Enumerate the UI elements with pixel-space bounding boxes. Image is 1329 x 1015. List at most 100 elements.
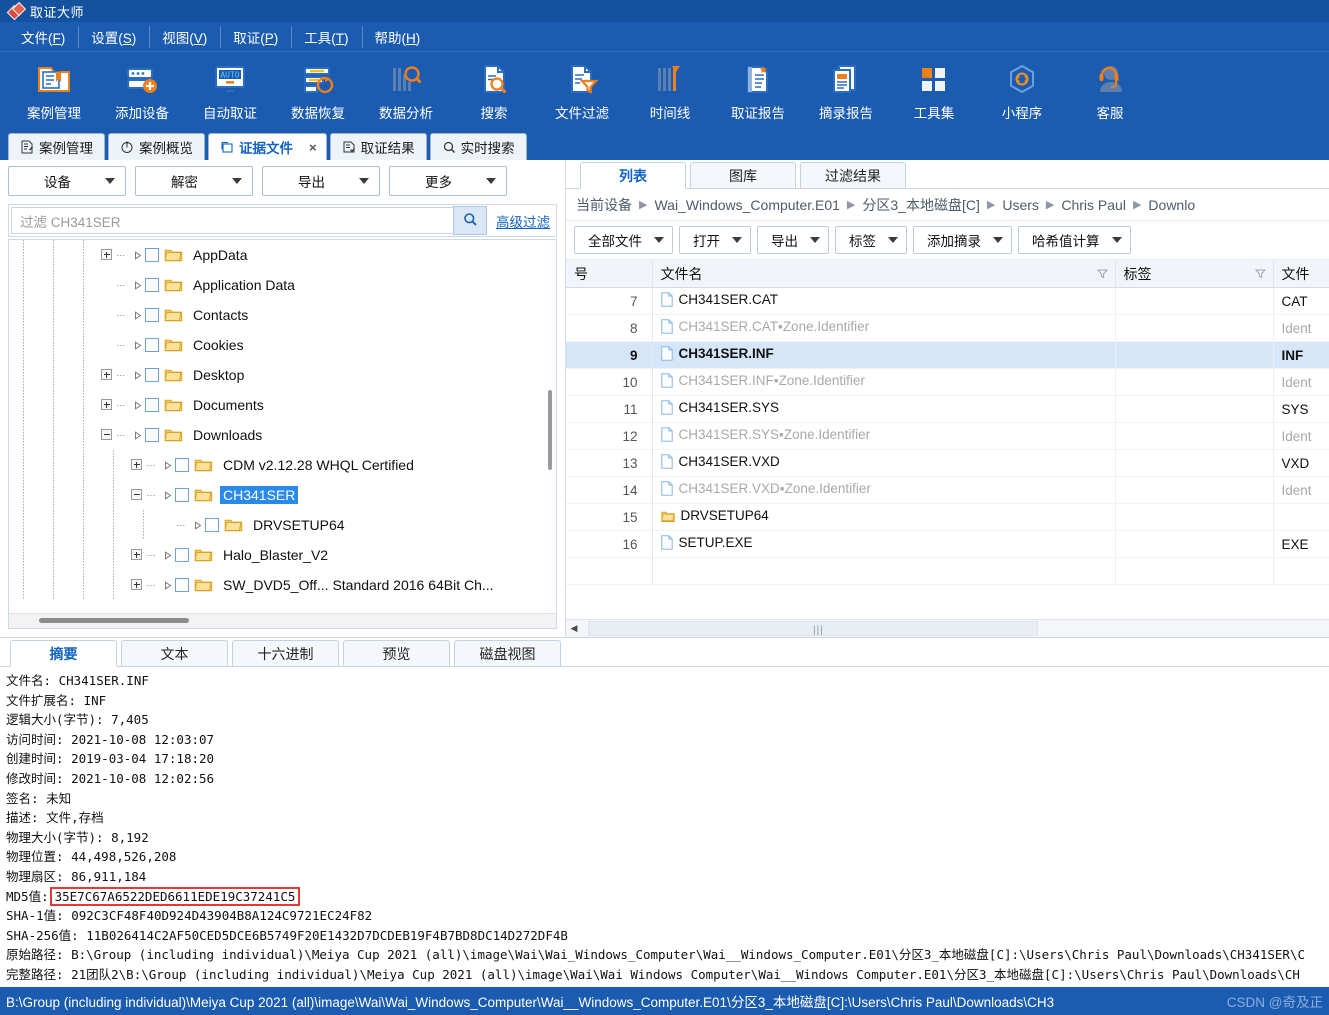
tab-close-icon[interactable]: × — [306, 140, 320, 155]
table-horizontal-scrollbar[interactable]: ◀ ||| — [566, 619, 1329, 637]
tree-arrow-icon[interactable] — [131, 340, 145, 350]
tree-arrow-icon[interactable] — [161, 490, 175, 500]
tree-arrow-icon[interactable] — [131, 430, 145, 440]
tree-checkbox[interactable] — [145, 338, 159, 352]
tree-checkbox[interactable] — [175, 458, 189, 472]
tag-dropdown-button[interactable]: 标签 — [835, 226, 907, 254]
toolbar-case-management[interactable]: 案例管理 — [10, 52, 98, 122]
tree-checkbox[interactable] — [145, 248, 159, 262]
column-header-tag[interactable]: 标签 — [1115, 260, 1274, 288]
tree-node[interactable]: Halo_Blaster_V2 — [9, 540, 556, 570]
table-row[interactable]: 12 CH341SER.SYS▪Zone.Identifier Ident — [566, 422, 1329, 450]
tree-checkbox[interactable] — [145, 308, 159, 322]
tab-filter-result[interactable]: 过滤结果 — [800, 162, 906, 188]
table-row[interactable]: 8 CH341SER.CAT▪Zone.Identifier Ident — [566, 314, 1329, 342]
toolbar-add-device[interactable]: 添加设备 — [98, 52, 186, 122]
tree-node[interactable]: AppData — [9, 240, 556, 270]
tab-gallery[interactable]: 图库 — [690, 162, 796, 188]
table-row[interactable]: 13 CH341SER.VXD VXD — [566, 449, 1329, 477]
tab-preview[interactable]: 预览 — [343, 640, 450, 666]
open-dropdown-button[interactable]: 打开 — [679, 226, 751, 254]
tree-checkbox[interactable] — [145, 398, 159, 412]
folder-tree[interactable]: AppData Application Data Contacts Cookies De… — [8, 239, 557, 629]
tab-case-overview[interactable]: 案例概览 — [108, 133, 205, 160]
filter-funnel-icon[interactable] — [1096, 266, 1108, 282]
tree-expander-plus-icon[interactable] — [129, 457, 145, 473]
tree-arrow-icon[interactable] — [131, 310, 145, 320]
tree-arrow-icon[interactable] — [131, 370, 145, 380]
toolbar-data-analysis[interactable]: 数据分析 — [362, 52, 450, 122]
tree-checkbox[interactable] — [145, 368, 159, 382]
column-header-filetype[interactable]: 文件 — [1273, 260, 1329, 288]
hash-calc-dropdown-button[interactable]: 哈希值计算 — [1018, 226, 1131, 254]
table-row[interactable]: 14 CH341SER.VXD▪Zone.Identifier Ident — [566, 476, 1329, 504]
tree-arrow-icon[interactable] — [161, 550, 175, 560]
toolbar-file-filter[interactable]: 文件过滤 — [538, 52, 626, 122]
tree-expander-plus-icon[interactable] — [129, 577, 145, 593]
tree-arrow-icon[interactable] — [131, 400, 145, 410]
tree-arrow-icon[interactable] — [161, 460, 175, 470]
tree-expander-plus-icon[interactable] — [99, 397, 115, 413]
menu-help[interactable]: 帮助(H) — [361, 23, 434, 51]
tab-case-management[interactable]: 案例管理 — [8, 133, 105, 160]
menu-file[interactable]: 文件(F) — [8, 23, 78, 51]
tree-expander-plus-icon[interactable] — [99, 247, 115, 263]
tree-expander-minus-icon[interactable] — [99, 427, 115, 443]
decrypt-dropdown-button[interactable]: 解密 — [135, 166, 253, 196]
toolbar-toolset[interactable]: 工具集 — [890, 52, 978, 122]
breadcrumb-item-3[interactable]: Users — [1002, 197, 1039, 213]
tree-node[interactable]: Desktop — [9, 360, 556, 390]
tab-evidence-file[interactable]: 证据文件 × — [208, 133, 327, 160]
all-files-dropdown-button[interactable]: 全部文件 — [574, 226, 673, 254]
table-row[interactable]: 9 CH341SER.INF INF — [566, 341, 1329, 369]
tree-node[interactable]: Application Data — [9, 270, 556, 300]
tree-checkbox[interactable] — [145, 278, 159, 292]
tab-text[interactable]: 文本 — [121, 640, 228, 666]
table-hscroll-track[interactable]: ||| — [582, 621, 1329, 636]
tree-node[interactable]: SW_DVD5_Off... Standard 2016 64Bit Ch... — [9, 570, 556, 600]
tree-checkbox[interactable] — [175, 578, 189, 592]
advanced-filter-link[interactable]: 高级过滤 — [496, 211, 550, 231]
tree-node[interactable]: CDM v2.12.28 WHQL Certified — [9, 450, 556, 480]
breadcrumb-item-0[interactable]: 当前设备 — [576, 195, 632, 215]
tab-hex[interactable]: 十六进制 — [232, 640, 339, 666]
menu-forensics[interactable]: 取证(P) — [220, 23, 291, 51]
export-list-dropdown-button[interactable]: 导出 — [757, 226, 829, 254]
tree-node[interactable]: Contacts — [9, 300, 556, 330]
toolbar-timeline[interactable]: 时间线 — [626, 52, 714, 122]
tab-live-search[interactable]: 实时搜索 — [429, 133, 527, 160]
toolbar-support[interactable]: 客服 — [1066, 52, 1154, 122]
breadcrumb-item-4[interactable]: Chris Paul — [1061, 197, 1126, 213]
breadcrumb-item-1[interactable]: Wai_Windows_Computer.E01 — [654, 197, 839, 213]
tree-expander-plus-icon[interactable] — [99, 367, 115, 383]
tree-checkbox[interactable] — [175, 488, 189, 502]
toolbar-forensics-report[interactable]: 取证报告 — [714, 52, 802, 122]
tree-arrow-icon[interactable] — [131, 250, 145, 260]
column-header-number[interactable]: 号 — [566, 260, 653, 288]
tree-node[interactable]: Cookies — [9, 330, 556, 360]
tree-node[interactable]: Documents — [9, 390, 556, 420]
tree-arrow-icon[interactable] — [131, 280, 145, 290]
menu-settings[interactable]: 设置(S) — [78, 23, 149, 51]
add-excerpt-dropdown-button[interactable]: 添加摘录 — [913, 226, 1012, 254]
tab-disk-view[interactable]: 磁盘视图 — [454, 640, 561, 666]
tab-forensics-result[interactable]: 取证结果 — [329, 133, 427, 160]
tree-hscroll-thumb[interactable] — [39, 618, 189, 623]
table-row[interactable]: 11 CH341SER.SYS SYS — [566, 395, 1329, 423]
tree-checkbox[interactable] — [145, 428, 159, 442]
table-row[interactable]: 10 CH341SER.INF▪Zone.Identifier Ident — [566, 368, 1329, 396]
scroll-left-icon[interactable]: ◀ — [566, 621, 582, 636]
toolbar-search[interactable]: 搜索 — [450, 52, 538, 122]
table-row[interactable]: 16 SETUP.EXE EXE — [566, 530, 1329, 558]
filter-input[interactable]: 过滤 CH341SER — [11, 207, 453, 234]
toolbar-excerpt-report[interactable]: 摘录报告 — [802, 52, 890, 122]
tree-arrow-icon[interactable] — [161, 580, 175, 590]
tree-checkbox[interactable] — [175, 548, 189, 562]
tree-checkbox[interactable] — [205, 518, 219, 532]
breadcrumb-item-2[interactable]: 分区3_本地磁盘[C] — [862, 195, 979, 215]
toolbar-data-recovery[interactable]: 数据恢复 — [274, 52, 362, 122]
tree-node[interactable]: DRVSETUP64 — [9, 510, 556, 540]
tree-expander-plus-icon[interactable] — [129, 547, 145, 563]
device-dropdown-button[interactable]: 设备 — [8, 166, 126, 196]
tree-vscroll-thumb[interactable] — [548, 390, 552, 470]
